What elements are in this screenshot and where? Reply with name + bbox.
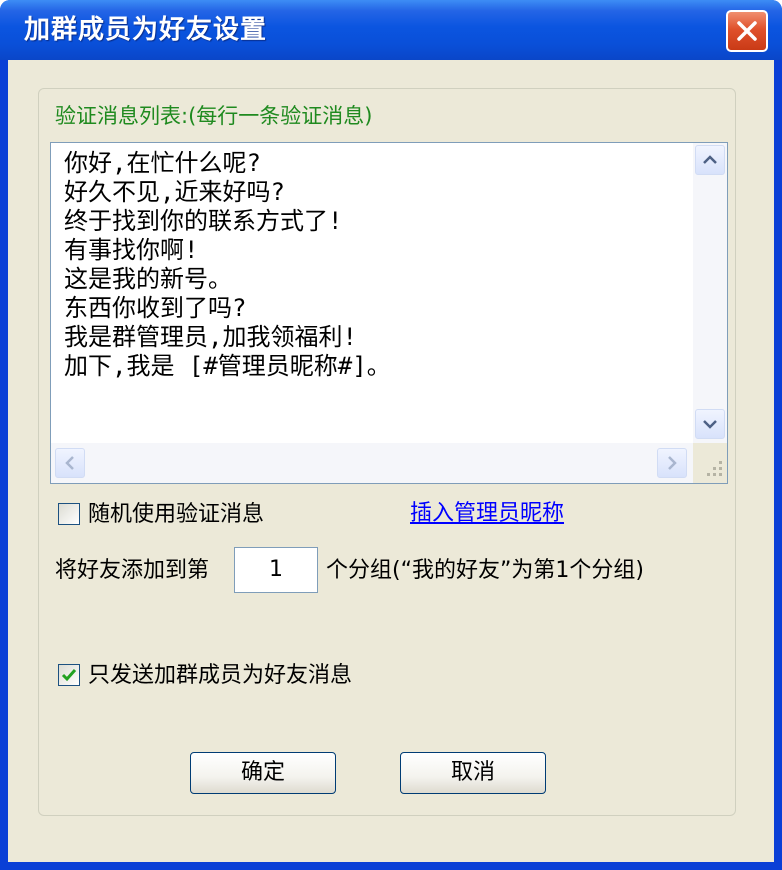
message-list-label: 验证消息列表:(每行一条验证消息) — [55, 104, 373, 128]
only-send-checkbox[interactable] — [58, 664, 80, 686]
checkmark-icon — [61, 669, 77, 682]
close-button[interactable] — [726, 10, 768, 52]
group-number-input[interactable]: 1 — [234, 547, 318, 593]
window-title: 加群成员为好友设置 — [24, 15, 268, 45]
arrow-down-icon — [703, 420, 717, 429]
insert-admin-nickname-link[interactable]: 插入管理员昵称 — [410, 500, 564, 528]
dialog-body: 验证消息列表:(每行一条验证消息) 你好,在忙什么呢? 好久不见,近来好吗? 终… — [8, 60, 774, 862]
dialog-window: 加群成员为好友设置 验证消息列表:(每行一条验证消息) 你好,在忙什么呢? 好久… — [0, 0, 782, 870]
message-list-textarea[interactable]: 你好,在忙什么呢? 好久不见,近来好吗? 终于找到你的联系方式了! 有事找你啊!… — [50, 142, 728, 484]
scroll-down-button[interactable] — [695, 409, 725, 439]
horizontal-scrollbar[interactable] — [51, 443, 693, 483]
scroll-left-button[interactable] — [55, 448, 85, 478]
random-message-checkbox[interactable] — [58, 503, 80, 525]
scroll-right-button[interactable] — [657, 448, 687, 478]
only-send-label[interactable]: 只发送加群成员为好友消息 — [88, 662, 352, 690]
random-message-label[interactable]: 随机使用验证消息 — [88, 501, 264, 529]
resize-grip-icon — [707, 461, 722, 476]
cancel-button[interactable]: 取消 — [400, 752, 546, 794]
vertical-scrollbar[interactable] — [693, 143, 727, 443]
group-prefix-label: 将好友添加到第 — [55, 558, 210, 583]
ok-button[interactable]: 确定 — [190, 752, 336, 794]
resize-grip[interactable] — [693, 443, 727, 483]
message-list-content[interactable]: 你好,在忙什么呢? 好久不见,近来好吗? 终于找到你的联系方式了! 有事找你啊!… — [64, 149, 684, 381]
arrow-up-icon — [703, 155, 717, 164]
group-suffix-label: 个分组(“我的好友”为第1个分组) — [326, 558, 644, 583]
scroll-up-button[interactable] — [695, 145, 725, 175]
arrow-right-icon — [668, 456, 677, 470]
title-bar[interactable]: 加群成员为好友设置 — [0, 0, 782, 60]
arrow-left-icon — [65, 456, 74, 470]
close-x-icon — [737, 21, 757, 41]
